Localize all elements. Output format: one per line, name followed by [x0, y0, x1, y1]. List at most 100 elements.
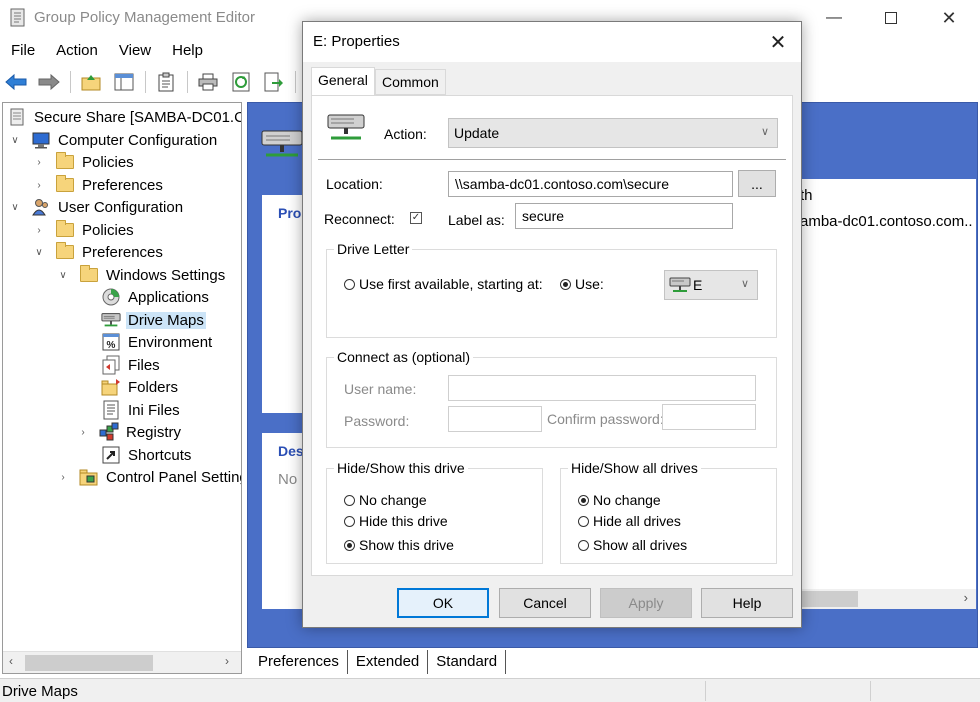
back-button[interactable]: [4, 70, 28, 94]
label-as-input[interactable]: secure: [515, 203, 733, 229]
confirm-password-label: Confirm password:: [547, 411, 664, 427]
scrollbar-thumb[interactable]: [798, 591, 858, 607]
environment-icon: %: [101, 333, 121, 351]
reconnect-checkbox[interactable]: ✓: [410, 212, 422, 224]
location-label: Location:: [326, 176, 383, 192]
radio-circle-icon: [344, 278, 355, 290]
chevron-right-icon[interactable]: ›: [57, 471, 69, 483]
console-tree[interactable]: Secure Share [SAMBA-DC01.CON ∨ Computer …: [2, 102, 242, 674]
show-this-drive-radio[interactable]: Show this drive: [344, 537, 454, 553]
hide-this-drive-radio[interactable]: Hide this drive: [344, 513, 448, 529]
tab-preferences[interactable]: Preferences: [250, 650, 348, 674]
tree-item-cc-preferences[interactable]: › Preferences: [33, 174, 165, 196]
tree-item-root[interactable]: Secure Share [SAMBA-DC01.CON: [7, 106, 241, 128]
tree-label: Secure Share [SAMBA-DC01.CON: [34, 108, 241, 126]
tree-item-windows-settings[interactable]: ∨ Windows Settings: [57, 264, 227, 286]
chevron-down-icon[interactable]: ∨: [9, 134, 21, 146]
tree-item-uc-policies[interactable]: › Policies: [33, 219, 136, 241]
password-input[interactable]: [448, 406, 542, 432]
toolbar-separator: [145, 71, 146, 93]
forward-button[interactable]: [37, 70, 61, 94]
status-text: Drive Maps: [2, 683, 78, 700]
menu-view[interactable]: View: [108, 40, 161, 64]
tree-item-drive-maps[interactable]: Drive Maps: [79, 309, 206, 331]
tree-item-ini-files[interactable]: Ini Files: [79, 399, 182, 421]
chevron-down-icon[interactable]: ∨: [57, 269, 69, 281]
tab-extended[interactable]: Extended: [348, 650, 429, 674]
show-hide-tree-button[interactable]: [112, 70, 136, 94]
dialog-close-button[interactable]: ✕: [755, 22, 801, 62]
action-dropdown[interactable]: Update ∨: [448, 118, 778, 148]
tab-standard[interactable]: Standard: [428, 650, 507, 674]
drive-letter-dropdown[interactable]: E ∨: [664, 270, 758, 300]
drive-letter-group-title: Drive Letter: [334, 241, 413, 257]
tab-general[interactable]: General: [311, 67, 375, 96]
location-input[interactable]: \\samba-dc01.contoso.com\secure: [448, 171, 733, 197]
close-button[interactable]: ✕: [920, 0, 978, 36]
scroll-right-icon[interactable]: ›: [964, 590, 968, 605]
export-list-button[interactable]: [262, 70, 286, 94]
chevron-right-icon[interactable]: ›: [33, 224, 45, 236]
drive-list-row-path[interactable]: amba-dc01.contoso.com..: [800, 213, 973, 230]
cancel-button[interactable]: Cancel: [499, 588, 591, 618]
tree-item-environment[interactable]: % Environment: [79, 331, 214, 353]
chevron-down-icon[interactable]: ∨: [9, 201, 21, 213]
print-button[interactable]: [196, 70, 220, 94]
files-icon: [101, 355, 121, 375]
minimize-button[interactable]: —: [805, 0, 863, 36]
tree-horizontal-scrollbar[interactable]: ‹ ›: [3, 651, 241, 673]
tree-item-control-panel[interactable]: › Control Panel Setting: [57, 466, 242, 488]
confirm-password-input[interactable]: [662, 404, 756, 430]
properties-panel: Pro: [262, 195, 302, 413]
tree-label: Preferences: [82, 243, 163, 261]
dialog-title-bar: E: Properties ✕: [303, 22, 801, 62]
users-icon: [31, 198, 51, 216]
tree-item-shortcuts[interactable]: Shortcuts: [79, 444, 193, 466]
tree-item-folders[interactable]: Folders: [79, 376, 180, 398]
up-folder-button[interactable]: [79, 70, 103, 94]
apply-button[interactable]: Apply: [600, 588, 692, 618]
use-first-available-radio[interactable]: Use first available, starting at:: [344, 276, 543, 292]
properties-toolbar-button[interactable]: [154, 70, 178, 94]
ok-button[interactable]: OK: [397, 588, 489, 618]
description-text: No: [278, 471, 298, 488]
refresh-button[interactable]: [229, 70, 253, 94]
tree-item-files[interactable]: Files: [79, 354, 162, 376]
tree-item-uc-preferences[interactable]: ∨ Preferences: [33, 241, 165, 263]
tree-item-registry[interactable]: › Registry: [79, 421, 183, 443]
chevron-right-icon[interactable]: ›: [33, 156, 45, 168]
chevron-right-icon[interactable]: ›: [77, 426, 89, 438]
tree-item-applications[interactable]: Applications: [79, 286, 211, 308]
tree-label: Shortcuts: [128, 446, 192, 464]
description-panel: Des No: [262, 433, 304, 609]
drive-list-panel: th amba-dc01.contoso.com.. ›: [798, 179, 976, 609]
maximize-button[interactable]: [862, 0, 920, 36]
toolbar-separator: [70, 71, 71, 93]
all-no-change-radio[interactable]: No change: [578, 492, 661, 508]
menu-file[interactable]: File: [0, 40, 45, 64]
show-all-drives-radio[interactable]: Show all drives: [578, 537, 687, 553]
use-letter-radio[interactable]: Use:: [560, 276, 604, 292]
help-button[interactable]: Help: [701, 588, 793, 618]
menu-action[interactable]: Action: [45, 40, 108, 64]
tree-label: Windows Settings: [106, 266, 226, 284]
browse-button[interactable]: ...: [738, 170, 776, 197]
hide-all-drives-radio[interactable]: Hide all drives: [578, 513, 681, 529]
tree-item-computer-configuration[interactable]: ∨ Computer Configuration: [9, 129, 219, 151]
chevron-right-icon[interactable]: ›: [33, 179, 45, 191]
menu-help[interactable]: Help: [161, 40, 213, 64]
tree-item-user-configuration[interactable]: ∨ User Configuration: [9, 196, 185, 218]
scroll-left-icon[interactable]: ‹: [9, 654, 13, 668]
tab-common[interactable]: Common: [375, 69, 446, 95]
user-name-input[interactable]: [448, 375, 756, 401]
chevron-down-icon[interactable]: ∨: [33, 246, 45, 258]
drive-small-icon: [669, 276, 691, 297]
list-horizontal-scrollbar[interactable]: ›: [798, 589, 976, 609]
tree-item-cc-policies[interactable]: › Policies: [33, 151, 136, 173]
gpo-document-icon: [7, 108, 27, 126]
drive-no-change-radio[interactable]: No change: [344, 492, 427, 508]
tree-label: Control Panel Setting: [106, 468, 242, 486]
scroll-right-icon[interactable]: ›: [225, 654, 229, 668]
scrollbar-thumb[interactable]: [25, 655, 153, 671]
radio-label: No change: [359, 492, 427, 508]
